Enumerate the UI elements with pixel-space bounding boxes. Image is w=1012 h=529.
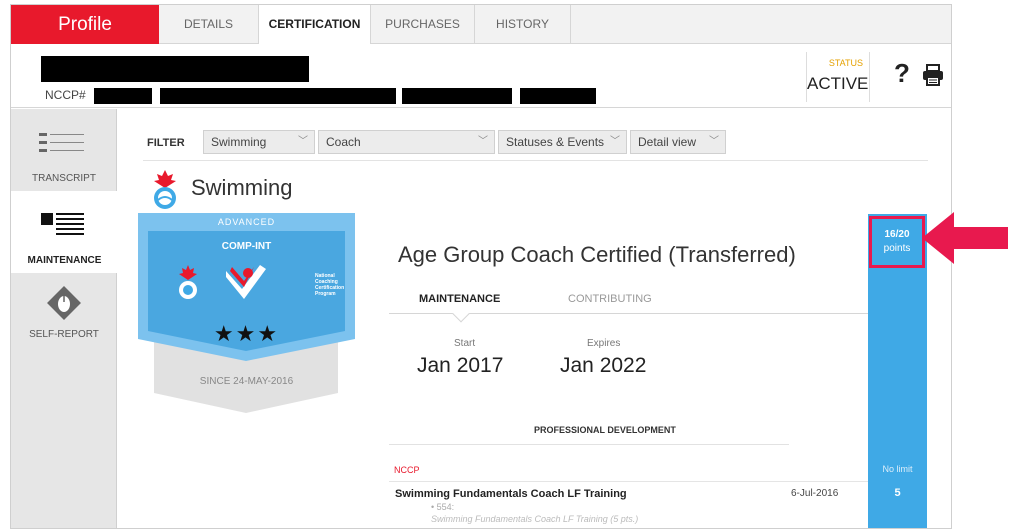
tab-purchases[interactable]: PURCHASES <box>371 5 475 44</box>
redacted-info <box>160 88 396 104</box>
view-filter-value: Detail view <box>638 135 697 149</box>
professional-development-title: PROFESSIONAL DEVELOPMENT <box>534 425 676 435</box>
profile-header: NCCP# STATUS ACTIVE ? <box>11 44 951 108</box>
redacted-name <box>41 56 309 82</box>
sidebar-item-label: SELF-REPORT <box>29 329 99 340</box>
profile-window: Profile DETAILS CERTIFICATION PURCHASES … <box>10 4 952 529</box>
sport-filter-select[interactable]: Swimming ﹀ <box>203 130 315 154</box>
chevron-down-icon: ﹀ <box>610 136 620 147</box>
nccp-program-text: National Coaching Certification Program <box>315 273 345 297</box>
tab-details[interactable]: DETAILS <box>159 5 259 44</box>
course-date: 6-Jul-2016 <box>791 488 839 499</box>
nccp-section-label: NCCP <box>394 465 420 475</box>
no-limit-label: No limit <box>882 464 913 474</box>
diamond-mouse-icon <box>47 286 81 320</box>
divider <box>389 444 789 445</box>
points-value: 16/20 <box>884 229 910 240</box>
divider <box>143 160 928 161</box>
expires-date: Jan 2022 <box>560 354 647 377</box>
redacted-info <box>520 88 596 104</box>
role-filter-select[interactable]: Coach ﹀ <box>318 130 495 154</box>
chevron-down-icon: ﹀ <box>709 136 719 147</box>
sidebar-item-self-report[interactable]: SELF-REPORT <box>11 273 117 355</box>
nccp-number-label: NCCP# <box>45 88 86 102</box>
statuses-filter-value: Statuses & Events <box>506 135 605 149</box>
role-filter-value: Coach <box>326 135 361 149</box>
certification-title: Age Group Coach Certified (Transferred) <box>398 242 796 267</box>
points-label: points <box>883 243 911 254</box>
tab-contributing[interactable]: CONTRIBUTING <box>568 293 652 305</box>
course-points: 5 <box>894 487 901 499</box>
active-tab-caret <box>452 305 470 323</box>
tab-maintenance[interactable]: MAINTENANCE <box>419 293 500 305</box>
sidebar-item-label: MAINTENANCE <box>27 255 102 266</box>
badge-since-date: SINCE 24-MAY-2016 <box>199 376 294 387</box>
expires-label: Expires <box>587 338 621 349</box>
start-label: Start <box>454 338 476 349</box>
sidebar-item-label: TRANSCRIPT <box>32 173 96 184</box>
profile-tab[interactable]: Profile <box>11 5 159 44</box>
swimming-logo-icon <box>154 170 176 209</box>
filter-label: FILTER <box>147 137 185 149</box>
list-lines-icon <box>39 133 84 152</box>
annotation-arrow-icon <box>922 212 1008 264</box>
sport-title: Swimming <box>191 175 293 200</box>
tab-history[interactable]: HISTORY <box>475 5 571 44</box>
badge-level: ADVANCED <box>217 217 276 227</box>
course-detail: Swimming Fundamentals Coach LF Training … <box>431 514 639 524</box>
redacted-nccp-number <box>94 88 152 104</box>
list-bars-icon <box>41 213 84 235</box>
course-code: • 554: <box>431 502 455 512</box>
badge-comp: COMP-INT <box>221 241 272 252</box>
certification-badge: ADVANCED COMP-INT National Coaching Cert… <box>138 213 355 415</box>
sidebar-item-maintenance[interactable]: MAINTENANCE <box>11 191 118 273</box>
view-filter-select[interactable]: Detail view ﹀ <box>630 130 726 154</box>
points-summary: 16/20 points <box>869 216 925 268</box>
printer-icon[interactable] <box>922 64 944 86</box>
divider <box>389 481 873 482</box>
start-date: Jan 2017 <box>417 354 504 377</box>
top-tab-bar: Profile DETAILS CERTIFICATION PURCHASES … <box>11 5 951 45</box>
chevron-down-icon: ﹀ <box>298 136 308 147</box>
status-label: STATUS <box>828 58 863 68</box>
help-icon[interactable]: ? <box>894 58 910 89</box>
course-name[interactable]: Swimming Fundamentals Coach LF Training <box>395 488 627 500</box>
chevron-down-icon: ﹀ <box>478 136 488 147</box>
sidebar-item-transcript[interactable]: TRANSCRIPT <box>11 109 117 191</box>
statuses-filter-select[interactable]: Statuses & Events ﹀ <box>498 130 627 154</box>
redacted-info <box>402 88 512 104</box>
status-value: ACTIVE <box>807 74 869 93</box>
status-indicator: STATUS ACTIVE <box>806 52 870 102</box>
badge-stars: ★★★ <box>213 321 280 346</box>
tab-certification[interactable]: CERTIFICATION <box>259 5 371 45</box>
sport-filter-value: Swimming <box>211 135 267 149</box>
left-sidebar: TRANSCRIPT MAINTENANCE SELF-REPORT <box>11 109 118 528</box>
